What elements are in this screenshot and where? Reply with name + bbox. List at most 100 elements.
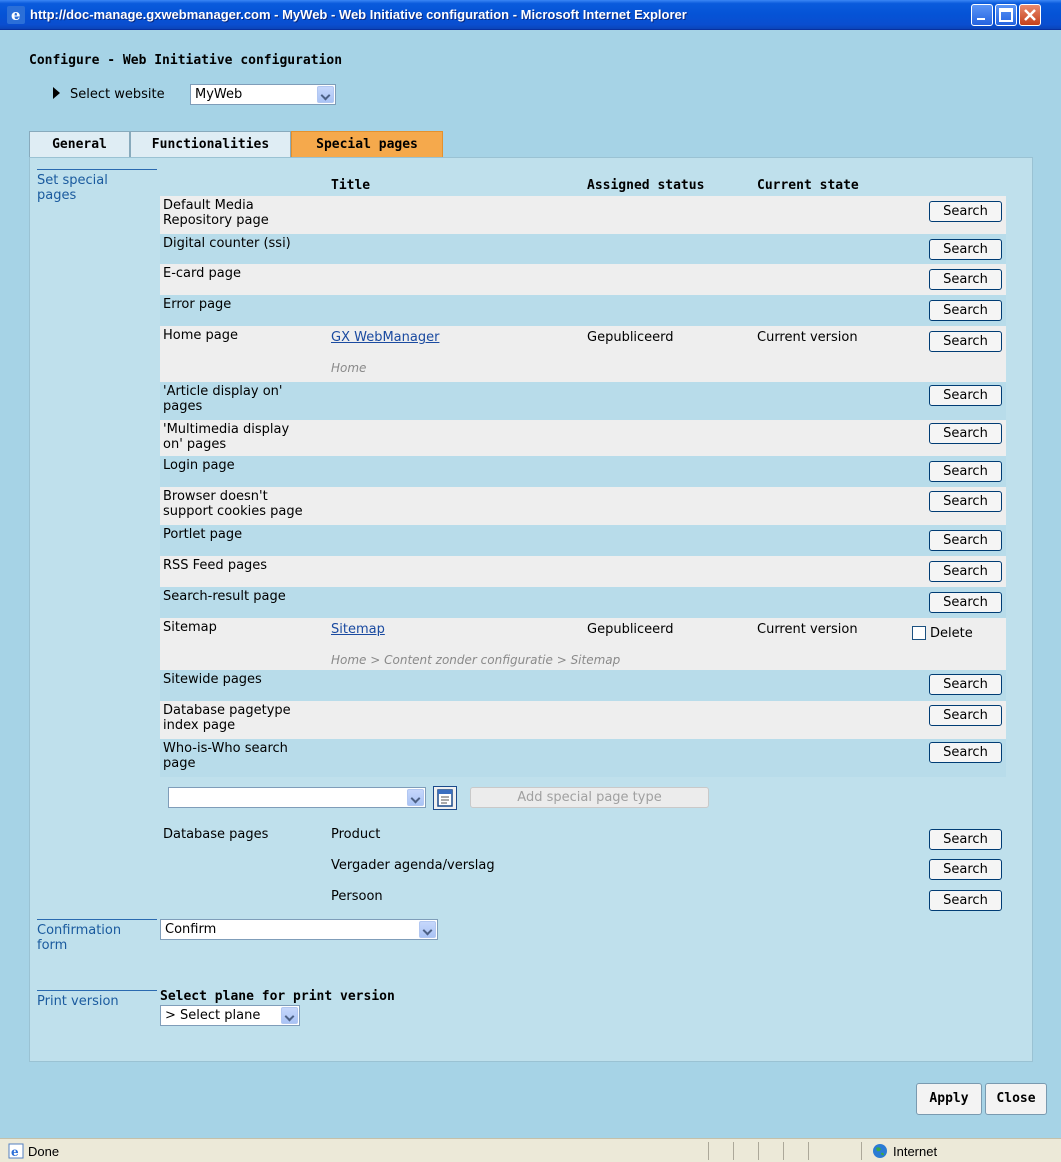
- search-button[interactable]: Search: [929, 491, 1002, 512]
- print-plane-value: > Select plane: [165, 1008, 261, 1023]
- search-button[interactable]: Search: [929, 461, 1002, 482]
- chevron-down-icon[interactable]: [317, 86, 334, 103]
- apply-button[interactable]: Apply: [916, 1083, 982, 1115]
- search-button[interactable]: Search: [929, 742, 1002, 763]
- table-row: E-card page Search: [160, 264, 1006, 295]
- row-name: 'Article display on' pages: [163, 384, 283, 414]
- assigned-status: Gepubliceerd: [587, 330, 674, 345]
- tab-label: Functionalities: [151, 137, 270, 152]
- row-name: Search-result page: [163, 589, 286, 604]
- print-version-heading: Select plane for print version: [160, 989, 395, 1004]
- window-title: http://doc-manage.gxwebmanager.com - MyW…: [30, 7, 687, 22]
- section-divider: [37, 919, 157, 920]
- database-page-name: Vergader agenda/verslag: [331, 858, 495, 873]
- minimize-button[interactable]: [971, 4, 993, 26]
- section-divider: [37, 990, 157, 991]
- status-bar: e Done Internet: [0, 1138, 1061, 1162]
- table-row: Who-is-Who search page Search: [160, 739, 1006, 777]
- search-button[interactable]: Search: [929, 592, 1002, 613]
- table-row: Digital counter (ssi) Search: [160, 234, 1006, 264]
- search-button[interactable]: Search: [929, 705, 1002, 726]
- table-row: Database pagetype index page Search: [160, 701, 1006, 739]
- search-button[interactable]: Search: [929, 201, 1002, 222]
- chevron-down-icon[interactable]: [407, 789, 424, 806]
- minimize-icon: [977, 18, 985, 20]
- special-page-type-select[interactable]: [168, 787, 426, 808]
- tab-functionalities[interactable]: Functionalities: [130, 131, 291, 157]
- table-row: Home page GX WebManager Gepubliceerd Cur…: [160, 326, 1006, 382]
- status-text: Done: [28, 1144, 60, 1159]
- page-icon: e: [8, 1143, 24, 1159]
- table-row: Browser doesn't support cookies page Sea…: [160, 487, 1006, 525]
- search-button[interactable]: Search: [929, 561, 1002, 582]
- row-name: 'Multimedia display on' pages: [163, 422, 290, 452]
- maximize-icon: [999, 8, 1013, 22]
- chevron-down-icon[interactable]: [281, 1007, 298, 1024]
- search-button[interactable]: Search: [929, 530, 1002, 551]
- database-page-name: Persoon: [331, 889, 383, 904]
- table-row: Login page Search: [160, 456, 1006, 487]
- search-button[interactable]: Search: [929, 423, 1002, 444]
- page-path: Home: [331, 361, 367, 375]
- select-website-label: Select website: [70, 87, 165, 102]
- tab-special-pages[interactable]: Special pages: [291, 131, 443, 158]
- add-special-page-type-button[interactable]: Add special page type: [470, 787, 709, 808]
- row-name: Digital counter (ssi): [163, 236, 291, 251]
- svg-text:e: e: [11, 1145, 19, 1159]
- search-button[interactable]: Search: [929, 829, 1002, 850]
- close-icon: [1024, 9, 1036, 21]
- security-zone: Internet: [893, 1144, 938, 1159]
- assigned-status: Gepubliceerd: [587, 622, 674, 637]
- database-page-name: Product: [331, 827, 381, 842]
- search-button[interactable]: Search: [929, 269, 1002, 290]
- row-name: E-card page: [163, 266, 241, 281]
- table-row: Sitemap Sitemap Gepubliceerd Current ver…: [160, 618, 1006, 670]
- internet-explorer-icon: e: [7, 6, 25, 24]
- table-row: 'Article display on' pages Search: [160, 382, 1006, 420]
- page-title: Configure - Web Initiative configuration: [29, 53, 343, 68]
- search-button[interactable]: Search: [929, 859, 1002, 880]
- column-header-title: Title: [331, 178, 371, 193]
- column-header-assigned-status: Assigned status: [587, 178, 705, 193]
- close-window-button[interactable]: [1019, 4, 1041, 26]
- search-button[interactable]: Search: [929, 239, 1002, 260]
- row-name: Browser doesn't support cookies page: [163, 489, 303, 519]
- website-select[interactable]: MyWeb: [190, 84, 336, 105]
- tab-label: Special pages: [316, 137, 418, 152]
- print-plane-select[interactable]: > Select plane: [160, 1005, 300, 1026]
- page-picker-icon: [437, 789, 453, 807]
- home-page-title-link[interactable]: GX WebManager: [331, 330, 439, 345]
- svg-text:e: e: [11, 6, 21, 24]
- search-button[interactable]: Search: [929, 674, 1002, 695]
- table-row: Error page Search: [160, 295, 1006, 326]
- confirmation-form-select[interactable]: Confirm: [160, 919, 438, 940]
- search-button[interactable]: Search: [929, 385, 1002, 406]
- section-label-special-pages: Set special pages: [37, 169, 157, 203]
- website-select-value: MyWeb: [195, 87, 243, 102]
- table-row: Portlet page Search: [160, 525, 1006, 556]
- table-row: RSS Feed pages Search: [160, 556, 1006, 587]
- delete-checkbox[interactable]: [912, 626, 926, 640]
- section-label-print-version: Print version: [37, 990, 157, 1009]
- delete-label: Delete: [930, 626, 973, 641]
- row-name: Sitemap: [163, 620, 217, 635]
- section-label-confirmation: Confirmation form: [37, 919, 157, 953]
- search-button[interactable]: Search: [929, 890, 1002, 911]
- row-name: Error page: [163, 297, 232, 312]
- table-row: Sitewide pages Search: [160, 670, 1006, 701]
- search-button[interactable]: Search: [929, 331, 1002, 352]
- row-name: Portlet page: [163, 527, 243, 542]
- section-divider: [37, 169, 157, 170]
- row-name: Default Media Repository page: [163, 198, 269, 228]
- expand-arrow-icon: [53, 87, 60, 99]
- table-row: Default Media Repository page Search: [160, 196, 1006, 234]
- column-header-current-state: Current state: [757, 178, 859, 193]
- tab-general[interactable]: General: [29, 131, 130, 157]
- maximize-button[interactable]: [995, 4, 1017, 26]
- sitemap-title-link[interactable]: Sitemap: [331, 622, 385, 637]
- chevron-down-icon[interactable]: [419, 921, 436, 938]
- search-button[interactable]: Search: [929, 300, 1002, 321]
- current-state: Current version: [757, 622, 858, 637]
- close-button[interactable]: Close: [985, 1083, 1047, 1115]
- page-picker-button[interactable]: [433, 786, 457, 810]
